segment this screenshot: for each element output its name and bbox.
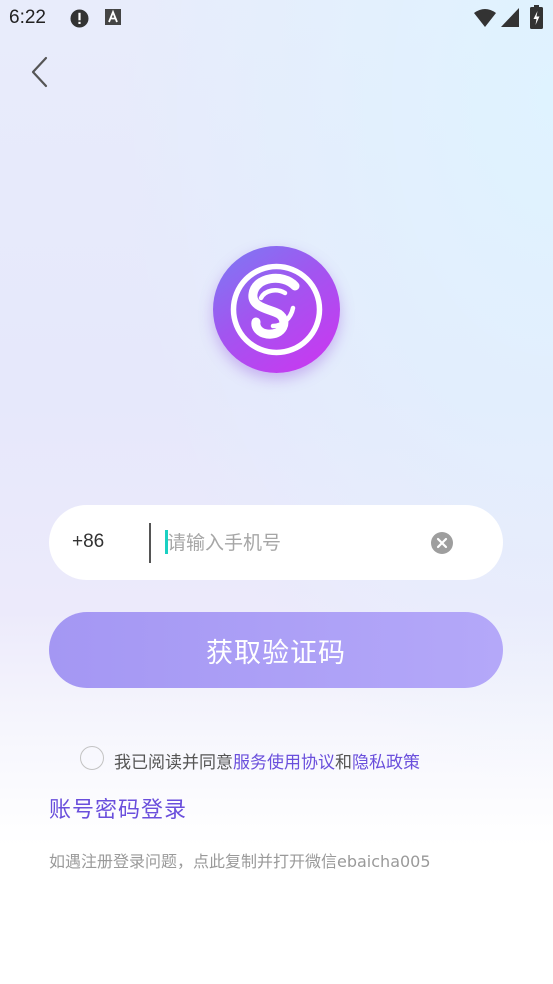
- country-code-selector[interactable]: +86: [72, 531, 104, 553]
- alert-icon: [70, 9, 89, 28]
- agree-checkbox[interactable]: [80, 746, 104, 770]
- agreement-and: 和: [335, 753, 352, 773]
- back-button[interactable]: [26, 54, 58, 90]
- s-logo-icon: [230, 263, 323, 356]
- privacy-link[interactable]: 隐私政策: [352, 753, 420, 773]
- chevron-left-icon: [31, 56, 48, 88]
- get-code-button[interactable]: 获取验证码: [49, 612, 503, 688]
- text-cursor: [165, 530, 168, 554]
- a-icon: [105, 9, 121, 25]
- battery-icon: [530, 5, 543, 29]
- signal-icon: [501, 8, 519, 27]
- status-time: 6:22: [9, 7, 46, 28]
- phone-input[interactable]: [167, 525, 422, 561]
- password-login-link[interactable]: 账号密码登录: [49, 792, 187, 824]
- clear-button[interactable]: [431, 532, 453, 554]
- app-logo: [213, 246, 340, 373]
- agreement-prefix: 我已阅读并同意: [114, 753, 233, 773]
- wifi-icon: [474, 9, 496, 27]
- terms-link[interactable]: 服务使用协议: [233, 753, 335, 773]
- agreement-text: 我已阅读并同意服务使用协议和隐私政策: [114, 748, 420, 773]
- help-copy-wechat[interactable]: 如遇注册登录问题，点此复制并打开微信ebaicha005: [49, 848, 431, 872]
- status-bar: 6:22: [0, 0, 553, 38]
- clear-icon: [436, 537, 448, 549]
- field-divider: [149, 523, 151, 563]
- phone-field: +86: [49, 505, 503, 580]
